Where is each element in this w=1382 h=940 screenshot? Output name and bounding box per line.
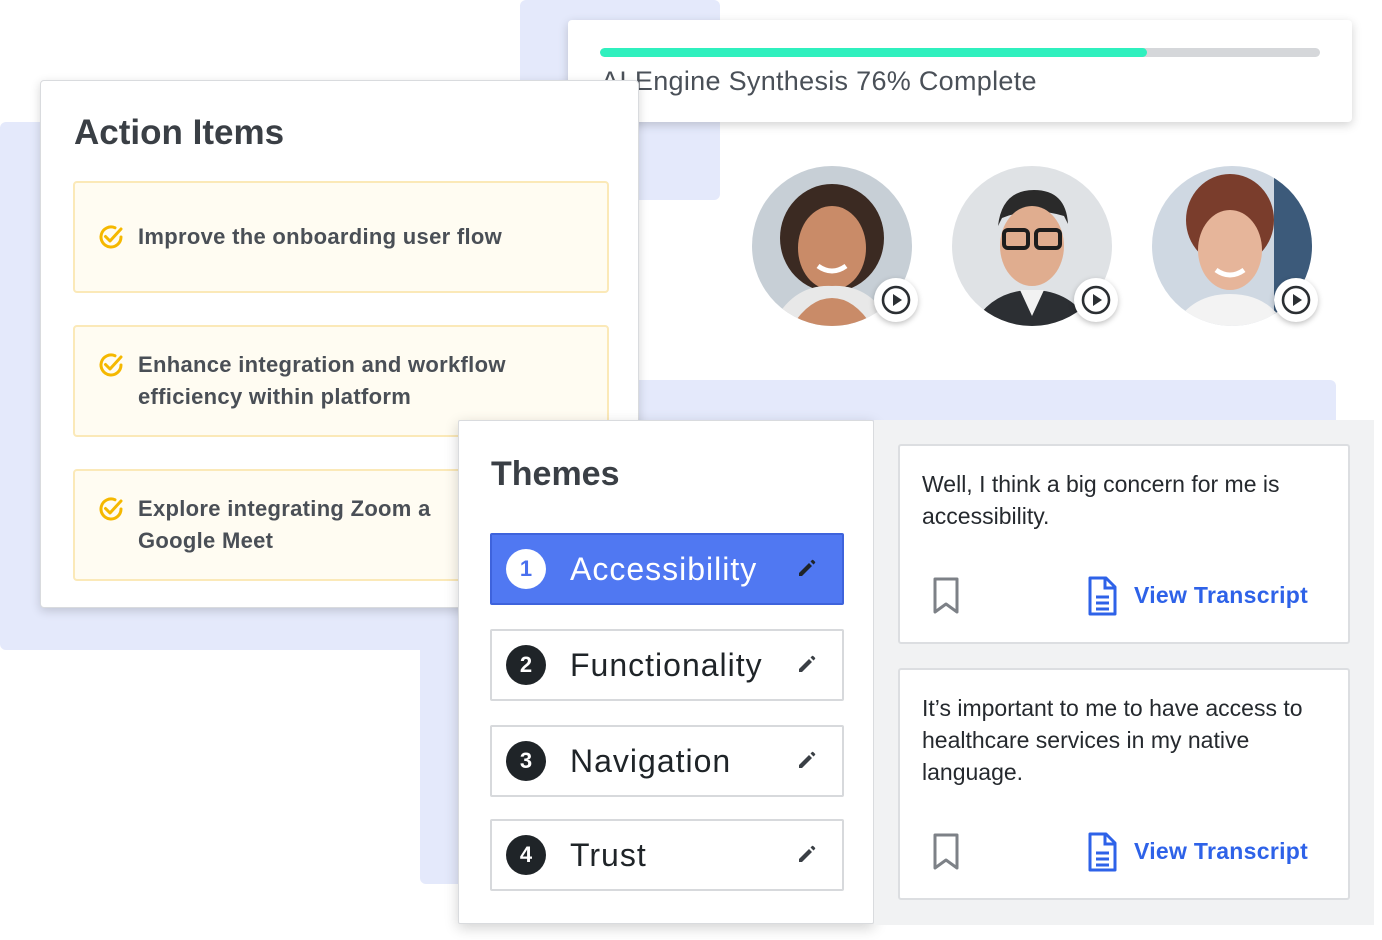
check-circle-icon [99,225,123,249]
pencil-icon[interactable] [796,653,818,675]
check-circle-icon [99,497,123,521]
theme-number-badge: 1 [506,549,546,589]
pencil-icon[interactable] [796,749,818,771]
quotes-panel: Well, I think a big concern for me is ac… [874,420,1374,925]
progress-bar-fill [600,48,1148,57]
participant-avatar[interactable] [952,166,1118,326]
pencil-icon[interactable] [796,557,818,579]
bookmark-icon[interactable] [930,576,962,616]
bookmark-icon[interactable] [930,832,962,872]
synthesis-progress-card: AI Engine Synthesis 76% Complete [568,20,1352,122]
theme-label: Accessibility [570,551,758,587]
themes-card: Themes 1 Accessibility 2 Functionality 3… [458,420,874,924]
quote-text: It’s important to me to have access to h… [922,695,1303,785]
play-icon [1081,285,1111,315]
theme-number-badge: 4 [506,835,546,875]
quote-card: It’s important to me to have access to h… [898,668,1350,900]
action-item-text-line-2: efficiency within platform [138,384,412,409]
view-transcript-link[interactable]: View Transcript [1134,838,1308,865]
action-item-text-line-1: Enhance integration and workflow [138,352,506,377]
play-button[interactable] [1274,278,1318,322]
action-item[interactable]: Improve the onboarding user flow [73,181,609,293]
theme-item-navigation[interactable]: 3 Navigation [490,725,844,797]
theme-item-accessibility[interactable]: 1 Accessibility [490,533,844,605]
document-icon[interactable] [1086,832,1118,872]
play-button[interactable] [1074,278,1118,322]
themes-title: Themes [491,455,620,493]
play-button[interactable] [874,278,918,322]
theme-label: Functionality [570,647,763,683]
participant-avatar[interactable] [752,166,918,326]
theme-label: Trust [570,837,647,873]
action-items-title: Action Items [74,113,285,152]
view-transcript-link[interactable]: View Transcript [1134,582,1308,609]
check-circle-icon [99,353,123,377]
theme-label: Navigation [570,743,732,779]
theme-number-badge: 2 [506,645,546,685]
pencil-icon[interactable] [796,843,818,865]
progress-bar [600,48,1320,57]
document-icon[interactable] [1086,576,1118,616]
quote-card: Well, I think a big concern for me is ac… [898,444,1350,644]
theme-item-functionality[interactable]: 2 Functionality [490,629,844,701]
participant-avatar[interactable] [1152,166,1318,326]
theme-number-badge: 3 [506,741,546,781]
play-icon [881,285,911,315]
theme-item-trust[interactable]: 4 Trust [490,819,844,891]
quote-text: Well, I think a big concern for me is ac… [922,471,1280,529]
progress-label: AI Engine Synthesis 76% Complete [601,66,1037,96]
action-item-text: Improve the onboarding user flow [138,224,503,249]
play-icon [1281,285,1311,315]
